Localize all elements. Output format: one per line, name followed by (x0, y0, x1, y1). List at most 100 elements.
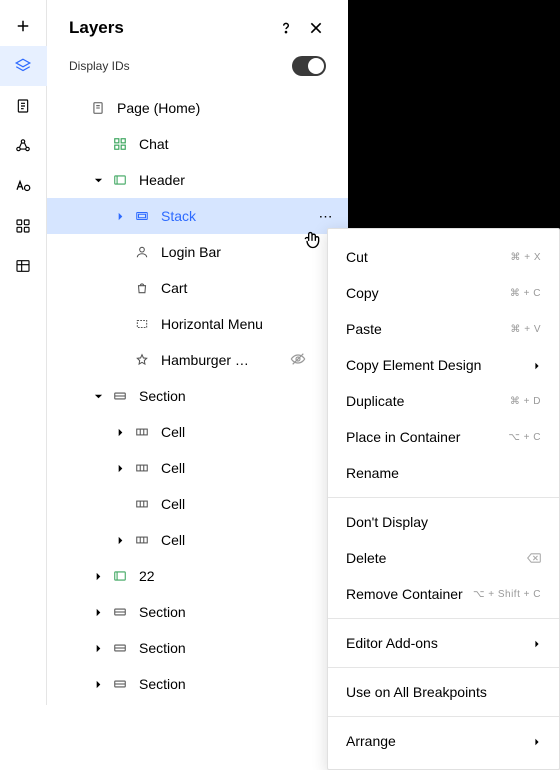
context-menu: Cut ⌘ + X Copy ⌘ + C Paste⌘ + V Copy Element … (327, 228, 560, 770)
tree-node-hamburger[interactable]: Hamburger … (47, 342, 348, 378)
tree-node-cell1[interactable]: Cell (47, 414, 348, 450)
menu-separator (328, 618, 559, 619)
menu-item[interactable]: Rename (328, 455, 559, 491)
tree-node-label: Section (139, 604, 186, 620)
rail-add[interactable] (0, 6, 47, 46)
tree-node-label: 22 (139, 568, 155, 584)
chevron-none-icon (113, 317, 127, 331)
menu-item[interactable]: Arrange (328, 723, 559, 759)
tree-node-cell2[interactable]: Cell (47, 450, 348, 486)
tree-node-stack[interactable]: Stack⋯ (47, 198, 348, 234)
menu-shortcut: ⌘ + D (510, 396, 541, 407)
chevron-right-icon[interactable] (91, 569, 105, 583)
tree-node-twentytwo[interactable]: 22 (47, 558, 348, 594)
tree-node-hmenu[interactable]: Horizontal Menu (47, 306, 348, 342)
tree-node-label: Cart (161, 280, 187, 296)
tree-node-label: Header (139, 172, 185, 188)
rail-typography[interactable] (0, 166, 47, 206)
tree-node-section1[interactable]: Section (47, 378, 348, 414)
cell-icon (133, 495, 151, 513)
tree-node-cell3[interactable]: Cell (47, 486, 348, 522)
chevron-none-icon (113, 497, 127, 511)
tree-node-loginbar[interactable]: Login Bar (47, 234, 348, 270)
menu-item-label: Copy (346, 285, 379, 301)
tree-node-chat[interactable]: Chat (47, 126, 348, 162)
tree-node-label: Cell (161, 532, 185, 548)
menu-separator (328, 667, 559, 668)
menu-item[interactable]: Paste⌘ + V (328, 311, 559, 347)
menu-shortcut: ⌥ + Shift + C (473, 589, 541, 600)
panel-title: Layers (69, 18, 266, 38)
chevron-right-icon[interactable] (113, 425, 127, 439)
section-icon (111, 639, 129, 657)
menu-item[interactable]: Delete (328, 540, 559, 576)
tree-node-header[interactable]: Header (47, 162, 348, 198)
layer-tree: Page (Home) Chat Header Stack⋯Login Bar Cart… (47, 90, 348, 705)
grid4-icon (111, 135, 129, 153)
menu-item-label: Copy Element Design (346, 357, 481, 373)
chevron-none-icon (113, 281, 127, 295)
menu-shortcut: ⌘ + X (510, 252, 541, 263)
tree-node-cart[interactable]: Cart (47, 270, 348, 306)
dashed-icon (133, 315, 151, 333)
chevron-right-icon[interactable] (91, 677, 105, 691)
menu-shortcut: ⌘ + C (510, 288, 541, 299)
tree-node-section3[interactable]: Section (47, 630, 348, 666)
menu-item[interactable]: Cut ⌘ + X (328, 239, 559, 275)
menu-item-label: Duplicate (346, 393, 404, 409)
tree-node-section2[interactable]: Section (47, 594, 348, 630)
menu-item[interactable]: Don't Display (328, 504, 559, 540)
rail-apps[interactable] (0, 206, 47, 246)
tree-node-label: Page (Home) (117, 100, 200, 116)
help-icon[interactable] (276, 18, 296, 38)
menu-item-label: Don't Display (346, 514, 428, 530)
cell-icon (133, 531, 151, 549)
menu-item[interactable]: Remove Container ⌥ + Shift + C (328, 576, 559, 612)
tree-node-section4[interactable]: Section (47, 666, 348, 702)
chevron-right-icon[interactable] (91, 641, 105, 655)
chevron-right-icon[interactable] (113, 461, 127, 475)
stack-icon (133, 207, 151, 225)
tree-node-cell4[interactable]: Cell (47, 522, 348, 558)
chevron-none-icon (69, 101, 83, 115)
chevron-none-icon (113, 245, 127, 259)
container-icon (111, 171, 129, 189)
hidden-eye-icon[interactable] (290, 351, 306, 370)
rail-layers[interactable] (0, 46, 47, 86)
display-ids-toggle[interactable] (292, 56, 326, 76)
menu-item-label: Delete (346, 550, 386, 566)
menu-item-label: Use on All Breakpoints (346, 684, 487, 700)
rail-cms[interactable] (0, 246, 47, 286)
menu-shortcut: ⌥ + C (508, 432, 541, 443)
rail-team[interactable] (0, 126, 47, 166)
user-icon (133, 243, 151, 261)
tree-node-label: Cell (161, 424, 185, 440)
tree-node-page[interactable]: Page (Home) (47, 90, 348, 126)
menu-item[interactable]: Duplicate ⌘ + D (328, 383, 559, 419)
display-ids-label: Display IDs (69, 59, 130, 73)
chevron-right-icon (533, 635, 541, 651)
menu-item-label: Remove Container (346, 586, 463, 602)
menu-item-label: Rename (346, 465, 399, 481)
chevron-right-icon[interactable] (113, 533, 127, 547)
chevron-right-icon (533, 733, 541, 749)
tree-node-label: Chat (139, 136, 169, 152)
cell-icon (133, 423, 151, 441)
menu-item[interactable]: Place in Container ⌥ + C (328, 419, 559, 455)
menu-item-label: Cut (346, 249, 368, 265)
menu-item[interactable]: Copy Element Design (328, 347, 559, 383)
section-icon (111, 603, 129, 621)
chevron-down-icon[interactable] (91, 389, 105, 403)
menu-item[interactable]: Copy ⌘ + C (328, 275, 559, 311)
chevron-none-icon (91, 137, 105, 151)
menu-item-label: Place in Container (346, 429, 460, 445)
chevron-down-icon[interactable] (91, 173, 105, 187)
chevron-right-icon[interactable] (113, 209, 127, 223)
menu-item[interactable]: Editor Add-ons (328, 625, 559, 661)
rail-pages[interactable] (0, 86, 47, 126)
layers-panel: Layers Display IDs Page (Home) Chat Header… (47, 0, 348, 705)
chevron-right-icon[interactable] (91, 605, 105, 619)
close-icon[interactable] (306, 18, 326, 38)
bag-icon (133, 279, 151, 297)
more-actions-icon[interactable]: ⋯ (316, 208, 336, 225)
